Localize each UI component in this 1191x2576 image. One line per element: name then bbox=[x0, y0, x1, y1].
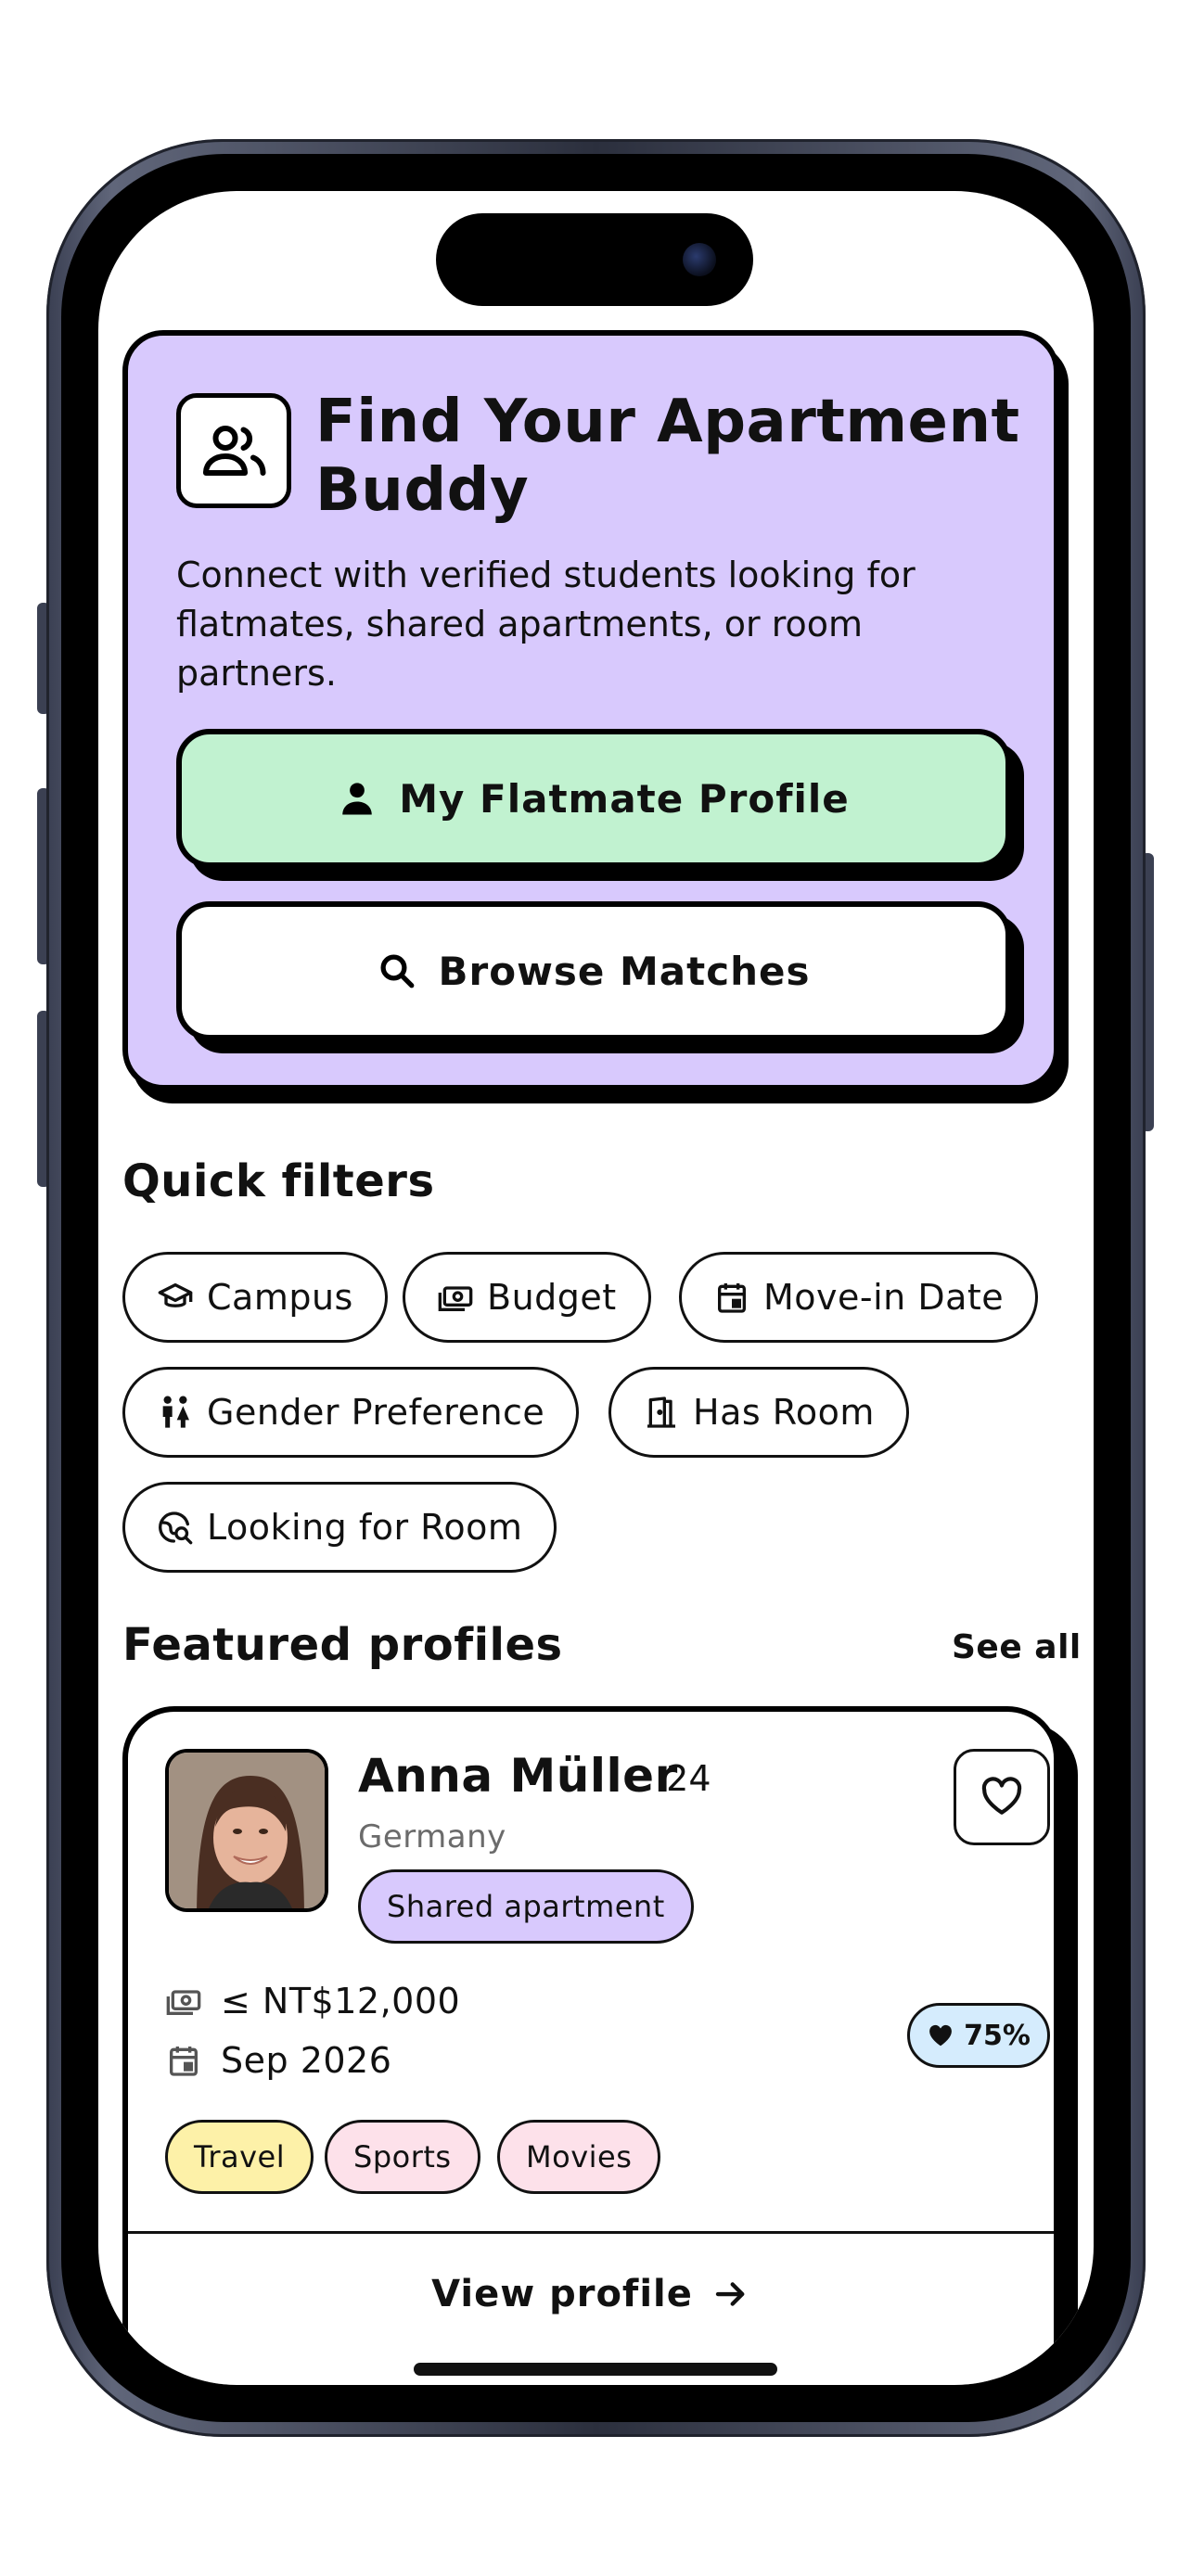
calendar-icon bbox=[718, 1283, 746, 1313]
quick-filters-title: Quick filters bbox=[122, 1155, 435, 1207]
featured-profiles-title: Featured profiles bbox=[122, 1619, 563, 1671]
hero-title: Find Your Apartment Buddy bbox=[315, 388, 1020, 525]
housing-type-tag: Shared apartment bbox=[358, 1869, 694, 1944]
hero-card: Find Your Apartment Buddy Connect with v… bbox=[122, 330, 1059, 1090]
person-icon bbox=[342, 783, 372, 815]
avatar bbox=[165, 1749, 328, 1912]
filter-chip-budget[interactable]: Budget bbox=[403, 1252, 651, 1343]
graduation-cap-icon bbox=[158, 1283, 193, 1307]
dynamic-island bbox=[436, 213, 753, 306]
heart-outline-icon bbox=[981, 1777, 1022, 1815]
filter-chip-label: Budget bbox=[487, 1277, 617, 1318]
filter-chip-label: Has Room bbox=[693, 1392, 875, 1433]
favorite-button[interactable] bbox=[954, 1749, 1050, 1845]
hero-description: Connect with verified students looking f… bbox=[176, 555, 916, 694]
filter-chip-label: Campus bbox=[207, 1277, 353, 1318]
view-profile-button[interactable]: View profile bbox=[128, 2234, 1054, 2354]
browse-matches-button[interactable]: Browse Matches bbox=[176, 901, 1024, 1053]
screen: Find Your Apartment Buddy Connect with v… bbox=[98, 191, 1094, 2385]
money-icon bbox=[438, 1286, 473, 1311]
my-flatmate-profile-label: My Flatmate Profile bbox=[399, 775, 850, 822]
match-score-value: 75% bbox=[964, 2019, 1031, 2052]
profile-country: Germany bbox=[358, 1818, 506, 1855]
people-icon bbox=[162, 1396, 189, 1428]
money-icon bbox=[166, 1990, 201, 2015]
see-all-link[interactable]: See all bbox=[952, 1628, 1082, 1666]
view-profile-label: View profile bbox=[431, 2273, 693, 2315]
profile-age: · 24 bbox=[644, 1758, 711, 1799]
filter-chip-label: Looking for Room bbox=[207, 1507, 523, 1548]
budget-value: ≤ NT$12,000 bbox=[221, 1981, 461, 2021]
budget-row: ≤ NT$12,000 bbox=[165, 1981, 460, 2021]
door-icon bbox=[647, 1396, 675, 1428]
profile-name: Anna Müller bbox=[358, 1749, 678, 1803]
move-in-row: Sep 2026 bbox=[165, 2040, 391, 2081]
globe-search-icon bbox=[159, 1511, 193, 1545]
home-indicator[interactable] bbox=[414, 2363, 777, 2376]
filter-chip-label: Gender Preference bbox=[207, 1392, 545, 1433]
filter-chip-move-in-date[interactable]: Move-in Date bbox=[679, 1252, 1039, 1343]
filter-chip-gender-preference[interactable]: Gender Preference bbox=[122, 1367, 580, 1458]
heart-filled-icon bbox=[929, 2024, 952, 2047]
search-icon bbox=[380, 954, 414, 988]
filter-chip-campus[interactable]: Campus bbox=[122, 1252, 388, 1343]
phone-frame: Find Your Apartment Buddy Connect with v… bbox=[46, 139, 1146, 2437]
profile-card[interactable]: Anna Müller · 24 Germany Shared apartmen… bbox=[122, 1706, 1059, 2385]
move-in-value: Sep 2026 bbox=[221, 2040, 392, 2081]
arrow-right-icon bbox=[715, 2282, 745, 2306]
interest-tag-travel: Travel bbox=[165, 2120, 314, 2194]
filter-chip-has-room[interactable]: Has Room bbox=[608, 1367, 909, 1458]
match-score-badge: 75% bbox=[907, 2003, 1050, 2068]
camera-lens bbox=[683, 243, 716, 276]
my-flatmate-profile-button[interactable]: My Flatmate Profile bbox=[176, 729, 1024, 881]
interest-tag-movies: Movies bbox=[497, 2120, 661, 2194]
filter-chip-label: Move-in Date bbox=[763, 1277, 1005, 1318]
browse-matches-label: Browse Matches bbox=[438, 948, 811, 994]
users-icon bbox=[176, 393, 291, 508]
filter-chip-looking-for-room[interactable]: Looking for Room bbox=[122, 1482, 557, 1573]
interest-tag-sports: Sports bbox=[325, 2120, 480, 2194]
calendar-icon bbox=[170, 2047, 198, 2076]
